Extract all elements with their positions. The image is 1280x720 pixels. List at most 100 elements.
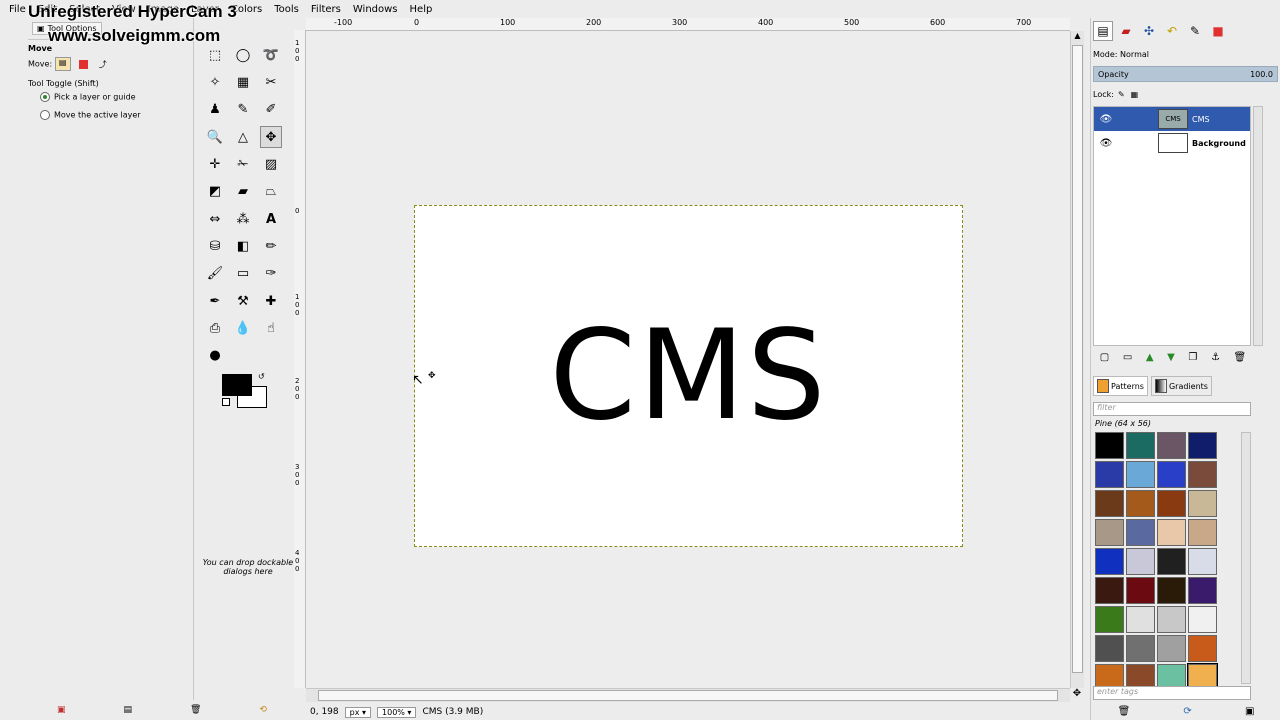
pick-layer-option[interactable]: Pick a layer or guide <box>28 90 193 104</box>
pattern-swatch[interactable] <box>1095 432 1124 459</box>
color-picker-icon[interactable]: ✐ <box>260 98 282 120</box>
fuzzy-select-icon[interactable]: ✧ <box>204 71 226 93</box>
cms-text-layer[interactable]: CMS <box>549 314 827 438</box>
paths-icon[interactable]: ✎ <box>232 98 254 120</box>
channels-tab-icon[interactable]: ▰ <box>1116 21 1136 41</box>
cage-icon[interactable]: ⁂ <box>232 208 254 230</box>
image-canvas[interactable]: CMS <box>414 205 963 547</box>
pattern-swatch[interactable] <box>1157 548 1186 575</box>
save-options-icon[interactable]: ▣ <box>57 705 66 715</box>
pattern-swatch[interactable] <box>1157 577 1186 604</box>
airbrush-icon[interactable]: ✑ <box>260 262 282 284</box>
pattern-swatch[interactable] <box>1188 432 1217 459</box>
perspective-clone-icon[interactable]: ⎙ <box>204 317 226 339</box>
duplicate-layer-icon[interactable]: ❐ <box>1188 352 1197 363</box>
pattern-swatch[interactable] <box>1157 490 1186 517</box>
pattern-swatch[interactable] <box>1157 635 1186 662</box>
pattern-swatch[interactable] <box>1126 577 1155 604</box>
lock-alpha-icon[interactable]: ▦ <box>1131 90 1139 99</box>
new-group-icon[interactable]: ▭ <box>1123 352 1132 363</box>
menu-help[interactable]: Help <box>407 4 442 15</box>
pattern-swatch[interactable] <box>1126 548 1155 575</box>
pattern-filter-input[interactable]: filter <box>1093 402 1251 416</box>
pattern-swatch[interactable] <box>1126 461 1155 488</box>
pattern-swatch[interactable] <box>1095 635 1124 662</box>
pattern-swatch[interactable] <box>1157 432 1186 459</box>
canvas-area[interactable]: CMS ↖ ✥ <box>306 31 1070 688</box>
paintbrush-icon[interactable]: 🖌 <box>204 262 226 284</box>
pattern-swatch[interactable] <box>1157 461 1186 488</box>
flip-icon[interactable]: ⇔ <box>204 208 226 230</box>
layer-row-cms[interactable]: 👁 CMS CMS <box>1094 107 1250 131</box>
rect-select-icon[interactable]: ⬚ <box>204 44 226 66</box>
pattern-swatch[interactable] <box>1188 461 1217 488</box>
visibility-eye-icon[interactable]: 👁 <box>1094 138 1118 149</box>
tab-patterns[interactable]: Patterns <box>1093 376 1148 396</box>
delete-pattern-icon[interactable]: 🗑 <box>1118 706 1131 717</box>
text-tool-icon[interactable]: A <box>260 208 282 230</box>
pick-layer-radio[interactable] <box>40 92 50 102</box>
eraser-icon[interactable]: ▭ <box>232 262 254 284</box>
pattern-swatch[interactable] <box>1126 635 1155 662</box>
align-icon[interactable]: ✛ <box>204 153 226 175</box>
delete-layer-icon[interactable]: 🗑 <box>1234 352 1247 363</box>
scroll-up-icon[interactable]: ▲ <box>1071 31 1084 40</box>
ink-icon[interactable]: ✒ <box>204 290 226 312</box>
tab-gradients[interactable]: Gradients <box>1150 376 1212 396</box>
crop-icon[interactable]: ✁ <box>232 153 254 175</box>
zoom-icon[interactable]: 🔍 <box>204 126 226 148</box>
pattern-swatch[interactable] <box>1188 635 1217 662</box>
foreground-select-icon[interactable]: ♟ <box>204 98 226 120</box>
undo-history-tab-icon[interactable]: ↶ <box>1162 21 1182 41</box>
heal-icon[interactable]: ✚ <box>260 290 282 312</box>
pattern-swatch[interactable] <box>1188 490 1217 517</box>
ellipse-select-icon[interactable]: ◯ <box>232 44 254 66</box>
raise-layer-icon[interactable]: ▲ <box>1146 352 1154 363</box>
horizontal-scrollbar[interactable] <box>306 688 1070 702</box>
rotate-icon[interactable]: ▨ <box>260 153 282 175</box>
lock-pixels-icon[interactable]: ✎ <box>1118 90 1125 99</box>
pattern-swatch[interactable] <box>1188 519 1217 546</box>
pattern-swatch[interactable] <box>1095 519 1124 546</box>
pattern-swatch[interactable] <box>1126 519 1155 546</box>
gradient-icon[interactable]: ◧ <box>232 235 254 257</box>
layers-tab-icon[interactable]: ▤ <box>1093 21 1113 41</box>
pattern-swatch[interactable] <box>1126 606 1155 633</box>
pattern-swatch[interactable] <box>1126 432 1155 459</box>
new-layer-icon[interactable]: ▢ <box>1100 352 1109 363</box>
pattern-swatch[interactable] <box>1095 548 1124 575</box>
reset-options-icon[interactable]: ⟲ <box>259 705 267 715</box>
pattern-swatch[interactable] <box>1126 490 1155 517</box>
move-layer-icon[interactable]: ▤ <box>54 57 71 71</box>
tags-input[interactable]: enter tags <box>1093 686 1251 700</box>
navigate-icon[interactable]: ✥ <box>1070 688 1084 702</box>
pattern-swatch[interactable] <box>1188 548 1217 575</box>
close-tab-icon[interactable]: ■ <box>1208 21 1228 41</box>
swap-colors-icon[interactable]: ↺ <box>258 372 265 381</box>
bucket-fill-icon[interactable]: ⛁ <box>204 235 226 257</box>
brushes-tab-icon[interactable]: ✎ <box>1185 21 1205 41</box>
measure-icon[interactable]: △ <box>232 126 254 148</box>
move-selection-icon[interactable] <box>79 59 89 69</box>
color-select-icon[interactable]: ▦ <box>232 71 254 93</box>
pattern-swatch[interactable] <box>1157 606 1186 633</box>
lasso-icon[interactable]: ➰ <box>260 44 282 66</box>
menu-windows[interactable]: Windows <box>350 4 407 15</box>
open-pattern-icon[interactable]: ▣ <box>1245 706 1254 717</box>
opacity-slider[interactable]: Opacity 100.0 <box>1093 66 1278 82</box>
paths-tab-icon[interactable]: ✣ <box>1139 21 1159 41</box>
move-active-radio[interactable] <box>40 110 50 120</box>
lower-layer-icon[interactable]: ▼ <box>1167 352 1175 363</box>
pattern-swatch[interactable] <box>1188 606 1217 633</box>
menu-tools[interactable]: Tools <box>271 4 308 15</box>
default-colors-icon[interactable] <box>222 398 230 406</box>
menu-filters[interactable]: Filters <box>308 4 350 15</box>
move-path-icon[interactable]: ⤴ <box>99 60 107 69</box>
hscroll-thumb[interactable] <box>318 690 1058 701</box>
pattern-swatch[interactable] <box>1095 461 1124 488</box>
delete-options-icon[interactable]: 🗑 <box>190 705 201 715</box>
perspective-icon[interactable]: ⏢ <box>260 180 282 202</box>
pencil-icon[interactable]: ✏ <box>260 235 282 257</box>
pattern-swatch[interactable] <box>1095 577 1124 604</box>
scroll-thumb[interactable] <box>1072 45 1083 673</box>
